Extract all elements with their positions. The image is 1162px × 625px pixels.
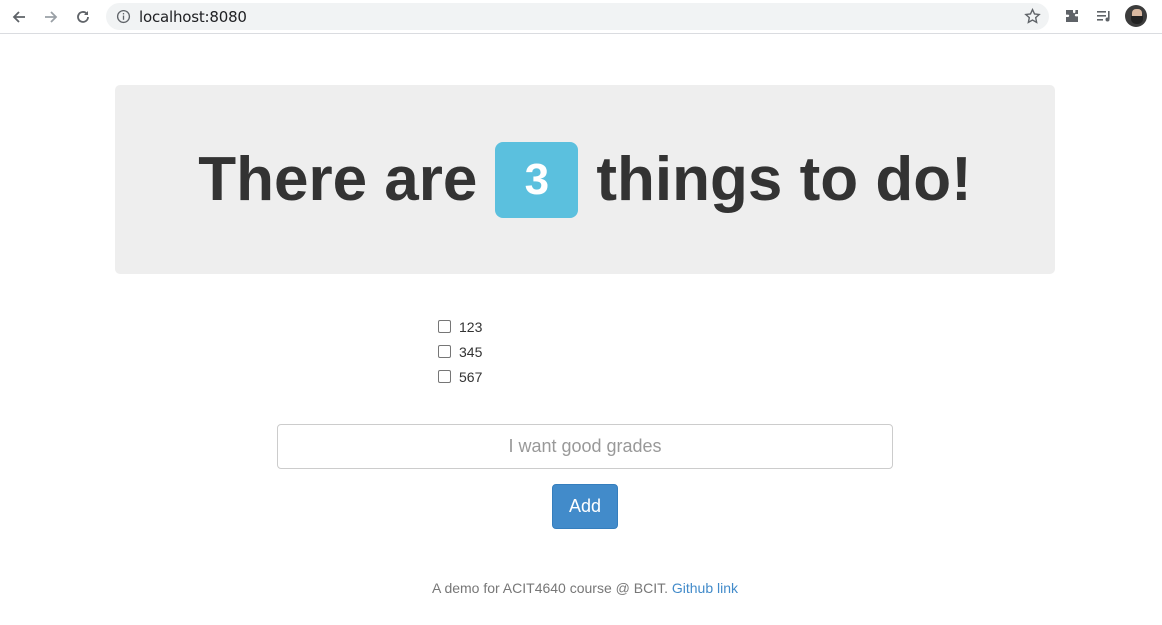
todo-item[interactable]: 567 (438, 364, 482, 389)
jumbotron: There are 3 things to do! (115, 85, 1055, 274)
add-button[interactable]: Add (552, 484, 618, 529)
todo-checkbox[interactable] (438, 320, 451, 333)
media-control-icon[interactable] (1094, 6, 1114, 26)
todo-checkbox[interactable] (438, 370, 451, 383)
new-todo-input[interactable] (277, 424, 893, 469)
title-prefix: There are (198, 145, 478, 214)
title-suffix: things to do! (596, 145, 972, 214)
browser-toolbar: localhost:8080 (0, 0, 1162, 34)
reload-icon[interactable] (71, 5, 95, 29)
forward-arrow-icon[interactable] (39, 5, 63, 29)
todo-count-badge: 3 (495, 141, 579, 218)
todo-checkbox[interactable] (438, 345, 451, 358)
url-text[interactable]: localhost:8080 (139, 8, 247, 26)
todo-list: 123 345 567 (438, 314, 482, 389)
address-bar[interactable]: localhost:8080 (106, 3, 1049, 30)
info-icon[interactable] (116, 9, 131, 24)
avatar-beard (1131, 16, 1143, 24)
page-title: There are 3 things to do! (198, 141, 972, 218)
todo-item[interactable]: 345 (438, 339, 482, 364)
todo-label: 123 (459, 318, 483, 335)
todo-label: 567 (459, 368, 483, 385)
back-arrow-icon[interactable] (7, 5, 31, 29)
extensions-icon[interactable] (1062, 6, 1082, 26)
star-icon[interactable] (1024, 8, 1041, 25)
todo-label: 345 (459, 343, 483, 360)
footer-text: A demo for ACIT4640 course @ BCIT. (431, 580, 668, 596)
profile-avatar[interactable] (1125, 5, 1147, 27)
github-link[interactable]: Github link (672, 580, 738, 596)
footer: A demo for ACIT4640 course @ BCIT. Githu… (0, 580, 1162, 596)
todo-item[interactable]: 123 (438, 314, 482, 339)
